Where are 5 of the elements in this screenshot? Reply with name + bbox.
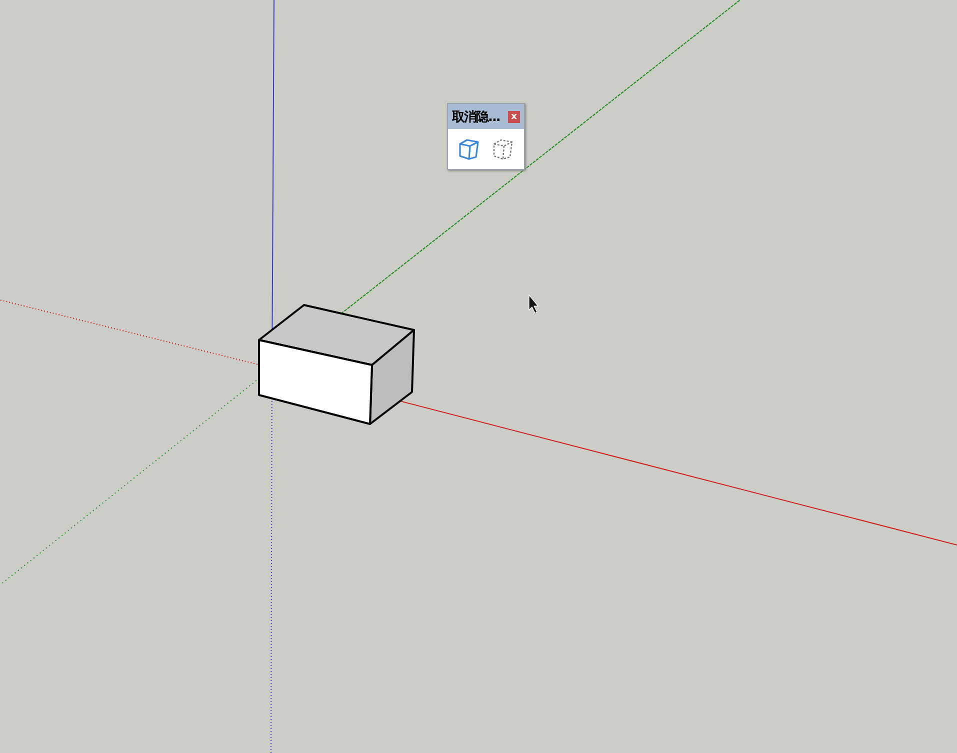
close-button[interactable]: x <box>508 110 520 122</box>
cursor-icon <box>528 294 539 314</box>
dashed-cube-icon[interactable] <box>491 137 515 161</box>
cube-icon[interactable] <box>457 137 481 161</box>
toolbar-title: 取消隐... <box>452 108 500 126</box>
